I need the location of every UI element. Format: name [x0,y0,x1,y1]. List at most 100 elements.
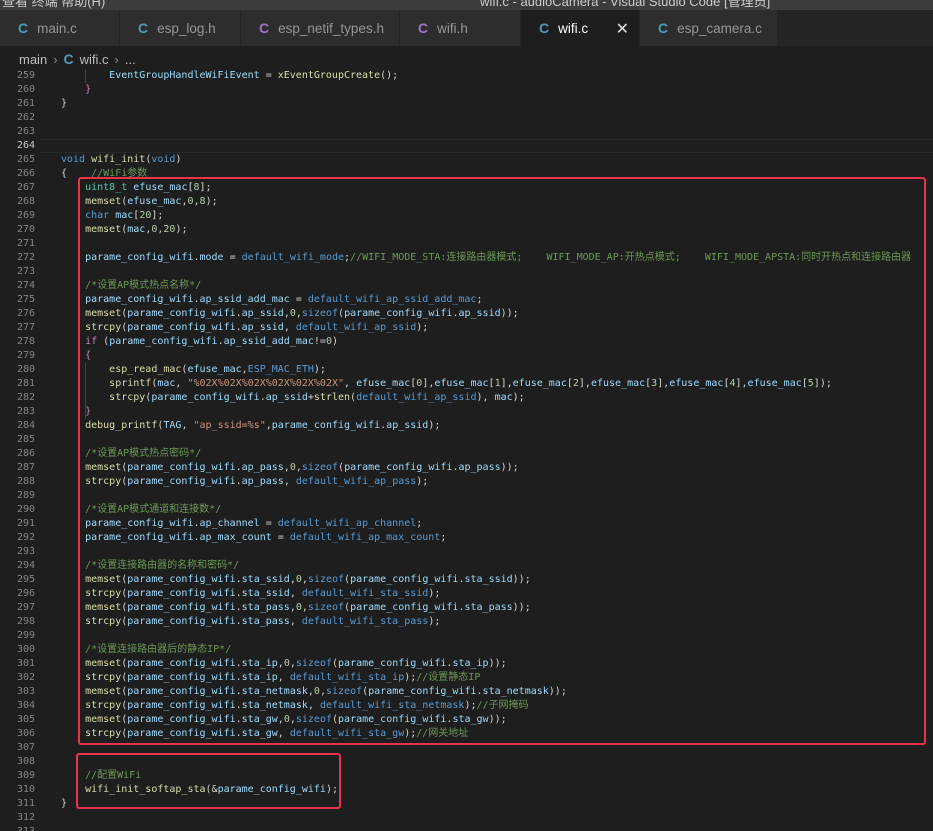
chevron-right-icon: › [53,51,58,67]
tab-label: wifi.c [558,20,589,36]
line-number: 288 [16,476,35,487]
highlight-box-init-call [76,753,341,809]
line-number: 312 [16,812,35,823]
line-number: 310 [16,784,35,795]
line-number: 297 [16,602,35,613]
window-title: wifi.c - audioCamera - Visual Studio Cod… [480,0,771,9]
line-number: 270 [16,224,35,235]
tab-bar: Cmain.c Cesp_log.h Cesp_netif_types.h Cw… [0,10,933,46]
line-number: 289 [16,490,35,501]
code-line[interactable]: 262 [0,111,933,125]
c-file-icon: C [418,20,429,36]
tab-esp-camera-c[interactable]: Cesp_camera.c [640,10,778,46]
line-number: 299 [16,630,35,641]
close-icon[interactable]: ✕ [616,19,629,39]
c-file-icon: C [63,51,74,67]
line-number: 298 [16,616,35,627]
line-number: 261 [16,98,35,109]
breadcrumb-folder[interactable]: main [19,52,47,67]
tab-main-c[interactable]: Cmain.c [0,10,120,46]
code-line[interactable]: 313 [0,825,933,831]
tab-label: esp_netif_types.h [278,20,384,36]
breadcrumb-symbol[interactable]: ... [125,52,136,67]
code-line[interactable]: 312 [0,811,933,825]
line-number: 304 [16,700,35,711]
line-number: 300 [16,644,35,655]
line-number: 290 [16,504,35,515]
line-number: 285 [16,434,35,445]
line-number: 296 [16,588,35,599]
code-line[interactable]: 263 [0,125,933,139]
line-number: 292 [16,532,35,543]
breadcrumb-file[interactable]: wifi.c [80,52,109,67]
line-number: 301 [16,658,35,669]
line-number: 267 [16,182,35,193]
line-number: 259 [16,70,35,81]
tab-label: esp_camera.c [677,20,762,36]
line-number: 272 [16,252,35,263]
line-number: 309 [16,770,35,781]
tab-esp-log-h[interactable]: Cesp_log.h [120,10,241,46]
tab-label: esp_log.h [157,20,216,36]
line-number: 291 [16,518,35,529]
line-number: 305 [16,714,35,725]
c-file-icon: C [138,20,149,36]
line-number: 282 [16,392,35,403]
tab-wifi-c[interactable]: Cwifi.c ✕ [521,10,640,46]
code-line[interactable]: 260 } [0,83,933,97]
tab-esp-netif-types-h[interactable]: Cesp_netif_types.h [241,10,400,46]
line-number: 278 [16,336,35,347]
chevron-right-icon: › [114,51,119,67]
line-number: 286 [16,448,35,459]
line-number: 273 [16,266,35,277]
line-number: 268 [16,196,35,207]
line-number: 263 [16,126,35,137]
line-number: 269 [16,210,35,221]
line-code: } [61,798,68,809]
c-file-icon: C [259,20,270,36]
highlight-box-config [78,177,926,745]
title-bar: 查看 终端 帮助(H) wifi.c - audioCamera - Visua… [0,0,933,10]
line-number: 264 [16,140,35,151]
code-line[interactable]: 259 EventGroupHandleWiFiEvent = xEventGr… [0,69,933,83]
tab-label: wifi.h [437,20,468,36]
line-number: 308 [16,756,35,767]
menu-bar-text[interactable]: 查看 终端 帮助(H) [2,0,105,10]
line-number: 307 [16,742,35,753]
line-number: 265 [16,154,35,165]
line-number: 313 [0,825,35,831]
code-line[interactable]: 264 [0,139,933,153]
line-number: 262 [16,112,35,123]
line-number: 295 [16,574,35,585]
c-file-icon: C [539,20,550,36]
line-number: 283 [16,406,35,417]
code-line[interactable]: 261} [0,97,933,111]
line-number: 271 [16,238,35,249]
line-number: 311 [16,798,35,809]
line-number: 302 [16,672,35,683]
line-number: 303 [16,686,35,697]
line-number: 284 [16,420,35,431]
line-code: } [61,84,92,95]
line-number: 274 [16,280,35,291]
c-file-icon: C [658,20,669,36]
code-editor[interactable]: 259 EventGroupHandleWiFiEvent = xEventGr… [0,69,933,831]
line-number: 293 [16,546,35,557]
line-number: 294 [16,560,35,571]
tab-label: main.c [37,20,77,36]
line-number: 275 [16,294,35,305]
line-number: 280 [16,364,35,375]
line-number: 306 [16,728,35,739]
line-number: 260 [16,84,35,95]
line-code: } [61,98,68,109]
line-code: EventGroupHandleWiFiEvent = xEventGroupC… [109,70,399,81]
line-number: 266 [16,168,35,179]
line-number: 276 [16,308,35,319]
line-number: 287 [16,462,35,473]
line-code: void wifi_init(void) [61,154,182,165]
c-file-icon: C [18,20,29,36]
tab-wifi-h[interactable]: Cwifi.h [400,10,521,46]
line-number: 277 [16,322,35,333]
code-line[interactable]: 265 void wifi_init(void) [0,153,933,167]
line-number: 281 [16,378,35,389]
